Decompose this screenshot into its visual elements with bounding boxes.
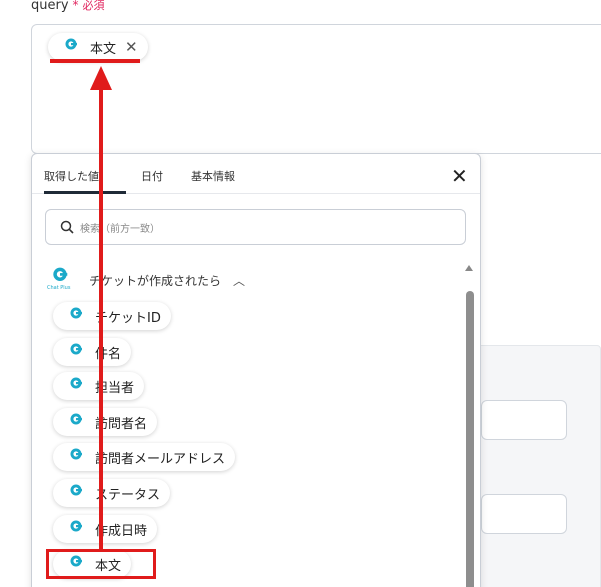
annotation-arrow-icon	[90, 66, 112, 549]
